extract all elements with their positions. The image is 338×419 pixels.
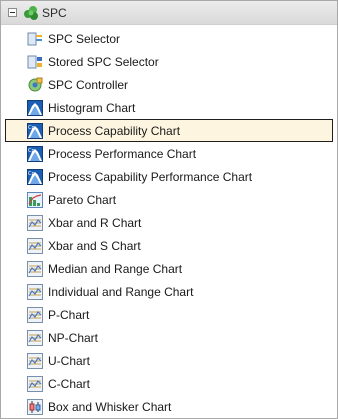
tree-item[interactable]: Cp Process Capability Performance Chart — [1, 165, 337, 188]
process-capability-chart-icon: Cp — [27, 122, 43, 139]
selector-icon — [27, 31, 43, 47]
tree-item[interactable]: SPC Selector — [1, 27, 337, 50]
tree-item-label: Xbar and R Chart — [48, 215, 142, 230]
svg-text:Cp: Cp — [28, 125, 35, 131]
histogram-chart-icon — [27, 99, 43, 116]
tree-item-label: Process Capability Chart — [48, 123, 181, 138]
tree-item-label: Stored SPC Selector — [48, 54, 159, 69]
svg-text:Cp: Cp — [28, 148, 35, 154]
tree-item-label: P-Chart — [48, 307, 90, 322]
tree-item[interactable]: Stored SPC Selector — [1, 50, 337, 73]
tree-item-label: C-Chart — [48, 376, 91, 391]
tree-item[interactable]: Box and Whisker Chart — [1, 395, 337, 418]
controller-icon — [27, 77, 43, 93]
tree-item[interactable]: Pareto Chart — [1, 188, 337, 211]
p-chart-icon — [27, 306, 43, 323]
tree-item[interactable]: Cp Process Capability Chart — [5, 119, 333, 142]
np-chart-icon — [27, 329, 43, 346]
tree-items: SPC Selector Stored SPC Selector SPC Contr… — [1, 27, 337, 418]
process-performance-chart-icon: Cp — [27, 145, 43, 162]
tree-root-spc[interactable]: SPC — [1, 1, 337, 25]
svg-text:Cp: Cp — [28, 171, 35, 177]
tree-item[interactable]: SPC Controller — [1, 73, 337, 96]
individual-range-chart-icon — [27, 283, 43, 300]
tree-item-label: Pareto Chart — [48, 192, 117, 207]
tree-item-label: Box and Whisker Chart — [48, 399, 172, 414]
tree-item-label: Median and Range Chart — [48, 261, 183, 276]
tree-item[interactable]: NP-Chart — [1, 326, 337, 349]
tree-item-label: Process Capability Performance Chart — [48, 169, 253, 184]
spc-folder-icon — [22, 4, 40, 22]
tree-item[interactable]: Histogram Chart — [1, 96, 337, 119]
tree-item[interactable]: Cp Process Performance Chart — [1, 142, 337, 165]
tree-item[interactable]: P-Chart — [1, 303, 337, 326]
stored-selector-icon — [27, 54, 43, 70]
xbar-s-chart-icon — [27, 237, 43, 254]
tree-item-label: U-Chart — [48, 353, 91, 368]
collapse-toggle[interactable] — [8, 8, 17, 17]
tree-item[interactable]: Individual and Range Chart — [1, 280, 337, 303]
process-capability-performance-chart-icon: Cp — [27, 168, 43, 185]
tree-item-label: Process Performance Chart — [48, 146, 197, 161]
tree-root-label: SPC — [42, 5, 67, 20]
tree-item-label: SPC Controller — [48, 77, 129, 92]
c-chart-icon — [27, 375, 43, 392]
tree-item[interactable]: Xbar and S Chart — [1, 234, 337, 257]
tree-item-label: Histogram Chart — [48, 100, 136, 115]
box-whisker-chart-icon — [27, 398, 43, 415]
tree-item-label: SPC Selector — [48, 31, 121, 46]
pareto-chart-icon — [27, 191, 43, 208]
tree-item[interactable]: Median and Range Chart — [1, 257, 337, 280]
u-chart-icon — [27, 352, 43, 369]
tree-item-label: NP-Chart — [48, 330, 99, 345]
tree-item-label: Individual and Range Chart — [48, 284, 194, 299]
median-range-chart-icon — [27, 260, 43, 277]
tree-item-label: Xbar and S Chart — [48, 238, 141, 253]
xbar-r-chart-icon — [27, 214, 43, 231]
component-tree-panel: SPC SPC Selector Stored SPC Selector SPC C… — [0, 0, 338, 419]
tree-item[interactable]: Xbar and R Chart — [1, 211, 337, 234]
tree-item[interactable]: C-Chart — [1, 372, 337, 395]
tree-item[interactable]: U-Chart — [1, 349, 337, 372]
